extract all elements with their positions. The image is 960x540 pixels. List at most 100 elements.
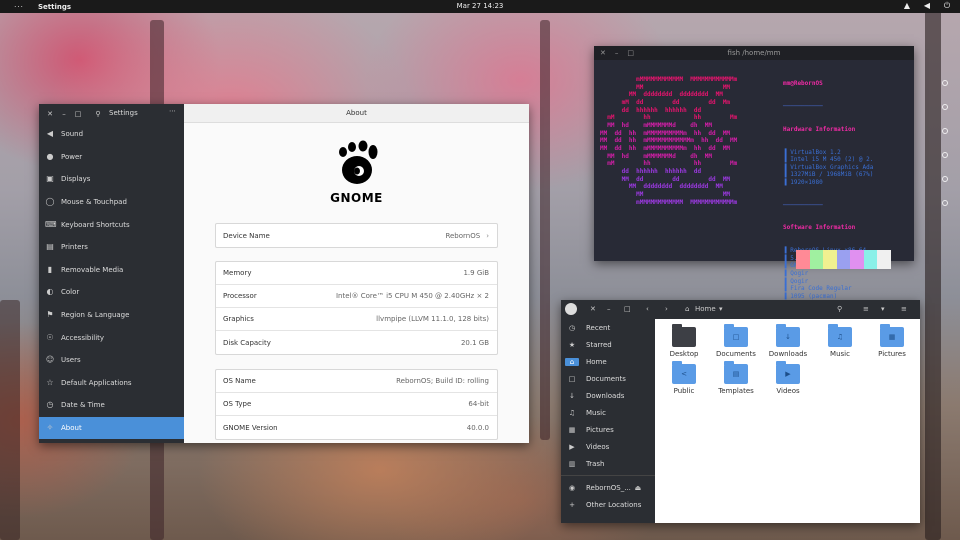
minimize-icon[interactable]: – <box>57 110 71 118</box>
files-sidebar-item[interactable]: ♫ Music <box>561 404 655 421</box>
workspace-dot[interactable] <box>942 128 948 134</box>
info-line: ▐ 1327MiB / 1968MiB (67%) <box>783 171 874 179</box>
palette-swatch <box>796 250 810 269</box>
software-heading: Software Information <box>783 224 856 232</box>
files-sidebar-item[interactable]: ★ Starred <box>561 336 655 353</box>
search-icon[interactable]: ⚲ <box>837 305 842 313</box>
folder-item[interactable]: ♫ Music <box>815 324 865 358</box>
sidebar-item[interactable]: ▣ Displays <box>39 168 184 191</box>
settings-sidebar: ✕ – □ ⚲ Settings ⋯ ◀ Sound ● Power ▣ Displays… <box>39 104 184 443</box>
app-menu[interactable]: Settings <box>38 3 71 11</box>
chevron-down-icon[interactable]: ▾ <box>881 305 885 313</box>
sidebar-item[interactable]: ▮ Removable Media <box>39 259 184 282</box>
info-row[interactable]: OS Type 64-bit <box>216 393 497 416</box>
folder-item[interactable]: ▦ Pictures <box>867 324 917 358</box>
files-sidebar-item[interactable]: ▥ Trash <box>561 455 655 472</box>
list-view-icon[interactable]: ≡ <box>863 305 869 313</box>
folder-label: Downloads <box>768 350 808 358</box>
close-icon[interactable]: ✕ <box>43 110 57 118</box>
power-menu-icon[interactable]: ⏻ <box>942 1 952 11</box>
documents-folder-icon: □ <box>724 324 748 347</box>
folder-item[interactable]: < Public <box>659 361 709 395</box>
folder-label: Music <box>830 350 850 358</box>
search-icon[interactable]: ⚲ <box>91 110 105 118</box>
device-name-row[interactable]: Device Name RebornOS › <box>216 224 497 247</box>
menu-icon[interactable]: ≡ <box>901 305 907 313</box>
folder-item[interactable]: ▶ Videos <box>763 361 813 395</box>
ascii-line: mM hh hh Mm <box>600 114 738 122</box>
workspace-dot[interactable] <box>942 152 948 158</box>
volume-icon[interactable]: ◀ <box>922 1 932 11</box>
info-row[interactable]: Processor Intel® Core™ i5 CPU M 450 @ 2.4… <box>216 285 497 308</box>
ascii-line: MM dddddddd dddddddd MM <box>600 183 723 191</box>
plus-icon: + <box>569 500 575 509</box>
printer-icon: ▤ <box>46 242 54 252</box>
sidebar-item[interactable]: ◯ Mouse & Touchpad <box>39 191 184 214</box>
files-sidebar-item[interactable]: ◉ RebornOS_... ⏏ <box>561 479 655 496</box>
sidebar-item-label: Displays <box>61 175 91 184</box>
workspace-dot[interactable] <box>942 104 948 110</box>
sidebar-item[interactable]: ☺ Users <box>39 349 184 372</box>
files-sidebar-label: Starred <box>586 340 612 349</box>
activities-button[interactable]: ··· <box>0 3 38 11</box>
info-row[interactable]: OS Name RebornOS; Build ID: rolling <box>216 370 497 393</box>
settings-window: ✕ – □ ⚲ Settings ⋯ ◀ Sound ● Power ▣ Displays… <box>39 104 529 443</box>
sidebar-item[interactable]: ☆ Default Applications <box>39 372 184 395</box>
files-sidebar-item[interactable]: ↓ Downloads <box>561 387 655 404</box>
sidebar-item[interactable]: ⚑ Region & Language <box>39 304 184 327</box>
sidebar-item[interactable]: ⌨ Keyboard Shortcuts <box>39 213 184 236</box>
files-sidebar-label: RebornOS_... <box>586 483 631 492</box>
sidebar-item[interactable]: ● Power <box>39 146 184 169</box>
music-folder-icon: ♫ <box>828 324 852 347</box>
palette-swatch <box>863 250 877 269</box>
info-row[interactable]: GNOME Version 40.0.0 <box>216 416 497 439</box>
folder-item[interactable]: ↓ Downloads <box>763 324 813 358</box>
back-icon[interactable]: ‹ <box>646 305 649 313</box>
path-button[interactable]: Home <box>695 305 716 313</box>
sidebar-item[interactable]: ◷ Date & Time <box>39 394 184 417</box>
menu-icon[interactable]: ⋯ <box>169 107 176 115</box>
folder-item[interactable]: Desktop <box>659 324 709 358</box>
sidebar-item[interactable]: ◀ Sound <box>39 123 184 146</box>
sidebar-item[interactable]: ▤ Printers <box>39 236 184 259</box>
device-card: Device Name RebornOS › <box>215 223 498 248</box>
folder-label: Desktop <box>669 350 699 358</box>
document-icon: □ <box>568 374 576 383</box>
workspace-dot[interactable] <box>942 200 948 206</box>
network-icon[interactable]: ▲ <box>902 1 912 11</box>
info-row[interactable]: Memory 1.9 GiB <box>216 262 497 285</box>
info-line: ▐ Intel i5 M 450 (2) @ 2. <box>783 156 874 164</box>
folder-item[interactable]: □ Documents <box>711 324 761 358</box>
files-sidebar-label: Music <box>586 408 606 417</box>
minimize-icon[interactable]: – <box>607 305 611 313</box>
settings-nav: ◀ Sound ● Power ▣ Displays ◯ Mouse & Touchpad ⌨ K… <box>39 123 184 440</box>
info-label: Disk Capacity <box>223 338 271 347</box>
files-sidebar-item[interactable]: ◷ Recent <box>561 319 655 336</box>
close-icon[interactable]: ✕ <box>590 305 596 313</box>
sidebar-item-label: Removable Media <box>61 265 124 274</box>
files-sidebar-item[interactable]: ▦ Pictures <box>561 421 655 438</box>
info-line: ▐ Qogir <box>783 270 809 278</box>
info-row[interactable]: Graphics llvmpipe (LLVM 11.1.0, 128 bits) <box>216 308 497 331</box>
neofetch-info: mm@RebornOS ─────────── Hardware Informa… <box>783 65 873 316</box>
sidebar-item[interactable]: ✧ About <box>39 416 184 440</box>
info-row[interactable]: Disk Capacity 20.1 GB <box>216 331 497 354</box>
maximize-icon[interactable]: □ <box>71 110 85 118</box>
workspace-dot[interactable] <box>942 176 948 182</box>
info-value: 40.0.0 <box>466 423 489 432</box>
files-sidebar-label: Pictures <box>586 425 614 434</box>
sidebar-item[interactable]: ☉ Accessibility <box>39 326 184 349</box>
workspace-dot[interactable] <box>942 80 948 86</box>
files-sidebar-item[interactable]: □ Documents <box>561 370 655 387</box>
files-sidebar-item[interactable]: + Other Locations <box>561 496 655 513</box>
sidebar-item[interactable]: ◐ Color <box>39 281 184 304</box>
eject-icon[interactable]: ⏏ <box>631 484 645 492</box>
forward-icon[interactable]: › <box>665 305 668 313</box>
clock[interactable]: Mar 27 14:23 <box>457 2 504 10</box>
maximize-icon[interactable]: □ <box>624 305 631 313</box>
folder-item[interactable]: ▤ Templates <box>711 361 761 395</box>
files-sidebar-item[interactable]: ▶ Videos <box>561 438 655 455</box>
sidebar-item-label: Sound <box>61 130 84 139</box>
chevron-down-icon[interactable]: ▾ <box>719 305 723 313</box>
files-sidebar-item[interactable]: ⌂ Home <box>561 353 655 370</box>
